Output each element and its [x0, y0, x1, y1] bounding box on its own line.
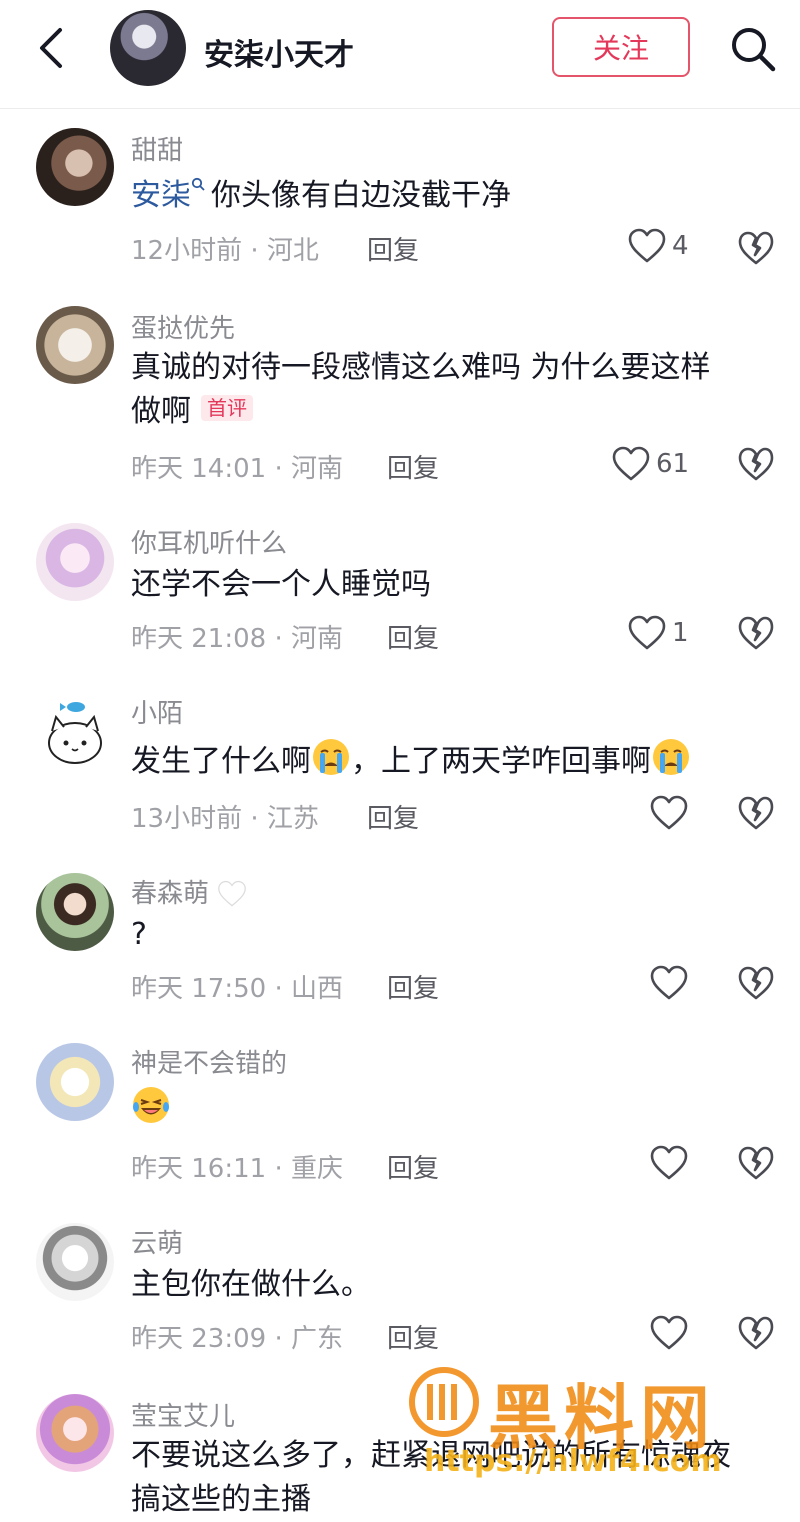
comment-body-line2: 做啊	[131, 394, 191, 429]
comment-body: 不要说这么多了，赶紧退网吧说的所有惊魂夜	[131, 1438, 731, 1473]
comment-username[interactable]: 小陌	[131, 693, 183, 730]
back-arrow-icon[interactable]	[30, 24, 74, 72]
like-count: 4	[672, 231, 689, 261]
broken-heart-icon[interactable]	[738, 230, 774, 266]
comment-text: 还学不会一个人睡觉吗	[131, 567, 431, 602]
cat-avatar-icon	[48, 702, 102, 764]
comment-text: 安柒 你头像有白边没截干净	[131, 174, 771, 218]
comment-meta: 12小时前 · 河北	[131, 236, 319, 266]
like-button[interactable]	[650, 965, 688, 1001]
laughing-tears-emoji-icon	[131, 1085, 171, 1125]
comment-body-line2: 搞这些的主播	[131, 1482, 311, 1517]
broken-heart-icon[interactable]	[738, 1145, 774, 1181]
broken-heart-icon[interactable]	[738, 795, 774, 831]
heart-icon	[650, 1315, 688, 1351]
like-button[interactable]	[650, 795, 688, 831]
comment-username[interactable]: 蛋挞优先	[131, 308, 235, 345]
comment-username[interactable]: 春森萌	[131, 873, 247, 910]
reply-button[interactable]: 回复	[387, 1148, 439, 1185]
reply-button[interactable]: 回复	[367, 798, 419, 835]
comment-body-continued: 做啊 首评	[131, 390, 771, 434]
white-heart-icon	[218, 880, 247, 907]
comment-text	[131, 1085, 771, 1132]
first-comment-badge: 首评	[201, 395, 253, 421]
avatar[interactable]	[36, 523, 114, 601]
comment-username[interactable]: 云萌	[131, 1223, 183, 1260]
like-button[interactable]: 61	[612, 446, 689, 482]
comment-text: 真诚的对待一段感情这么难吗 为什么要这样 做啊 首评	[131, 346, 771, 434]
heart-icon	[650, 965, 688, 1001]
avatar[interactable]	[36, 1043, 114, 1121]
comment-meta: 昨天 17:50 · 山西	[131, 974, 343, 1004]
avatar[interactable]	[36, 306, 114, 384]
like-button[interactable]: 4	[628, 228, 689, 264]
reply-button[interactable]: 回复	[387, 1318, 439, 1355]
page-title: 安柒小天才	[204, 38, 354, 73]
comment-username[interactable]: 神是不会错的	[131, 1043, 287, 1080]
comment-username[interactable]: 甜甜	[131, 130, 183, 167]
comment-username[interactable]: 莹宝艾儿	[131, 1396, 235, 1433]
broken-heart-icon[interactable]	[738, 615, 774, 651]
comment-text: 不要说这么多了，赶紧退网吧说的所有惊魂夜 搞这些的主播	[131, 1434, 771, 1522]
comment-meta: 昨天 16:11 · 重庆	[131, 1154, 343, 1184]
comment-body: 发生了什么啊	[131, 744, 311, 779]
like-button[interactable]	[650, 1145, 688, 1181]
comment-text: 主包你在做什么。	[131, 1267, 371, 1302]
reply-button[interactable]: 回复	[387, 618, 439, 655]
broken-heart-icon[interactable]	[738, 1315, 774, 1351]
comment-meta: 昨天 23:09 · 广东	[131, 1324, 343, 1354]
like-count: 61	[656, 449, 690, 479]
comment-text: ?	[131, 917, 147, 952]
crying-emoji-icon	[311, 737, 351, 777]
comment-body-part2: ，上了两天学咋回事啊	[351, 744, 651, 779]
avatar[interactable]	[36, 695, 114, 773]
reply-button[interactable]: 回复	[387, 968, 439, 1005]
comment-meta: 13小时前 · 江苏	[131, 804, 319, 834]
comment-text: 发生了什么啊 ，上了两天学咋回事啊	[131, 737, 791, 784]
like-button[interactable]	[650, 1315, 688, 1351]
mention-link[interactable]: 安柒	[131, 178, 191, 213]
comment-username[interactable]: 你耳机听什么	[131, 523, 287, 560]
comment-meta: 昨天 14:01 · 河南	[131, 454, 343, 484]
avatar[interactable]	[36, 1394, 114, 1472]
follow-button[interactable]: 关注	[552, 17, 690, 77]
header-avatar[interactable]	[110, 10, 186, 86]
like-count: 1	[672, 618, 689, 648]
search-icon[interactable]	[728, 24, 778, 74]
avatar[interactable]	[36, 873, 114, 951]
comment-meta: 昨天 21:08 · 河南	[131, 624, 343, 654]
broken-heart-icon[interactable]	[738, 965, 774, 1001]
watermark-logo-icon	[409, 1367, 479, 1437]
comment-body: 你头像有白边没截干净	[211, 178, 511, 213]
heart-icon	[612, 446, 650, 482]
crying-emoji-icon	[651, 737, 691, 777]
heart-icon	[628, 615, 666, 651]
reply-button[interactable]: 回复	[387, 448, 439, 485]
avatar[interactable]	[36, 128, 114, 206]
heart-icon	[650, 795, 688, 831]
like-button[interactable]: 1	[628, 615, 689, 651]
heart-icon	[628, 228, 666, 264]
heart-icon	[650, 1145, 688, 1181]
avatar[interactable]	[36, 1223, 114, 1301]
reply-button[interactable]: 回复	[367, 230, 419, 267]
top-bar: 安柒小天才 关注	[0, 0, 800, 109]
comment-username-text: 春森萌	[131, 879, 210, 909]
broken-heart-icon[interactable]	[738, 446, 774, 482]
comment-body: 真诚的对待一段感情这么难吗 为什么要这样	[131, 350, 711, 385]
search-mini-icon	[191, 177, 205, 191]
